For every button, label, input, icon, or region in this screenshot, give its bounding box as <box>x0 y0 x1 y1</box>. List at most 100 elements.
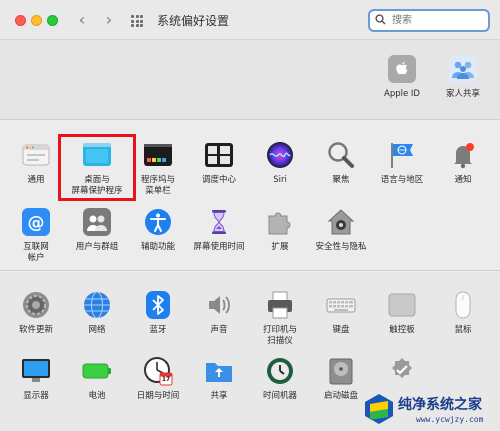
pane-label: 扩展 <box>271 242 289 252</box>
general-icon <box>21 140 51 170</box>
users-groups-icon <box>82 207 112 237</box>
extensions-puzzle-icon <box>265 207 295 237</box>
date-time-clock-icon: 17 <box>143 356 173 386</box>
trackpad-icon <box>387 290 417 320</box>
highlight-box <box>58 134 136 201</box>
notifications-bell-icon <box>448 140 478 170</box>
bluetooth-icon <box>143 290 173 320</box>
pane-label: 网络 <box>88 325 106 335</box>
pane-bluetooth[interactable]: 蓝牙 <box>127 290 189 336</box>
pane-sound[interactable]: 声音 <box>188 290 250 336</box>
pane-label: 互联网 帐户 <box>23 242 49 263</box>
pane-notifications[interactable]: 通知 <box>432 140 494 186</box>
pane-network[interactable]: 网络 <box>66 290 128 336</box>
security-house-icon <box>326 207 356 237</box>
calendar-day: 17 <box>161 376 171 383</box>
keyboard-icon <box>326 290 356 320</box>
minimize-window-button[interactable] <box>31 15 42 26</box>
pane-label: 共享 <box>210 391 228 401</box>
pane-label: 辅助功能 <box>140 242 175 252</box>
pane-apple-id[interactable]: Apple ID <box>371 54 433 100</box>
zoom-window-button[interactable] <box>47 15 58 26</box>
pane-label: 语言与地区 <box>380 175 424 185</box>
pane-users-groups[interactable]: 用户与群组 <box>66 207 128 253</box>
show-all-grid-icon[interactable] <box>131 15 143 27</box>
profiles-checkmark-icon <box>387 356 417 386</box>
pane-displays[interactable]: 显示器 <box>5 356 67 402</box>
forward-arrow-icon[interactable]: › <box>102 11 116 29</box>
watermark-url: www.ycwjzy.com <box>416 415 484 424</box>
pane-label: 屏幕使用时间 <box>193 242 245 252</box>
software-update-gear-icon <box>21 290 51 320</box>
search-input[interactable] <box>392 13 484 28</box>
pane-label: 日期与时间 <box>136 391 180 401</box>
pane-accessibility[interactable]: 辅助功能 <box>127 207 189 253</box>
pane-mission-control[interactable]: 调度中心 <box>188 140 250 186</box>
title-bar: ‹ › 系统偏好设置 <box>0 0 500 40</box>
siri-icon <box>265 140 295 170</box>
pane-label: 程序坞与 菜单栏 <box>140 175 175 196</box>
pane-dock-menubar[interactable]: 程序坞与 菜单栏 <box>127 140 189 197</box>
pane-label: 键盘 <box>332 325 350 335</box>
battery-icon <box>82 356 112 386</box>
pane-date-time[interactable]: 17 日期与时间 <box>127 356 189 402</box>
pane-label: 软件更新 <box>18 325 53 335</box>
pane-label: 显示器 <box>23 391 49 401</box>
network-globe-icon <box>82 290 112 320</box>
time-machine-icon <box>265 356 295 386</box>
pane-sharing[interactable]: 共享 <box>188 356 250 402</box>
pane-label: 触控板 <box>389 325 415 335</box>
pane-label: 打印机与 扫描仪 <box>262 325 297 346</box>
dock-menubar-icon <box>143 140 173 170</box>
watermark: 纯净系统之家 www.ycwjzy.com <box>358 388 500 431</box>
pane-time-machine[interactable]: 时间机器 <box>249 356 311 402</box>
family-sharing-icon <box>448 54 478 84</box>
pane-language-region[interactable]: 语言与地区 <box>371 140 433 186</box>
pane-label: 安全性与隐私 <box>315 242 367 252</box>
accessibility-icon <box>143 207 173 237</box>
internet-accounts-icon: @ <box>21 207 51 237</box>
pane-label: 调度中心 <box>201 175 236 185</box>
pane-battery[interactable]: 电池 <box>66 356 128 402</box>
pane-software-update[interactable]: 软件更新 <box>5 290 67 336</box>
pane-family-sharing[interactable]: 家人共享 <box>432 54 494 100</box>
spotlight-icon <box>326 140 356 170</box>
pane-trackpad[interactable]: 触控板 <box>371 290 433 336</box>
pane-label: 时间机器 <box>262 391 297 401</box>
pane-label: 家人共享 <box>445 89 480 99</box>
account-section: Apple ID 家人共享 <box>0 40 500 120</box>
pane-extensions[interactable]: 扩展 <box>249 207 311 253</box>
pane-internet-accounts[interactable]: @ 互联网 帐户 <box>5 207 67 264</box>
pane-screen-time[interactable]: 屏幕使用时间 <box>188 207 250 253</box>
pane-keyboard[interactable]: 键盘 <box>310 290 372 336</box>
sharing-folder-icon <box>204 356 234 386</box>
watermark-text: 纯净系统之家 <box>398 397 482 413</box>
pane-printers-scanners[interactable]: 打印机与 扫描仪 <box>249 290 311 347</box>
pane-label: 声音 <box>210 325 228 335</box>
language-region-icon <box>387 140 417 170</box>
pane-label: Siri <box>273 175 287 185</box>
startup-disk-icon <box>326 356 356 386</box>
pane-label: 聚焦 <box>332 175 350 185</box>
sound-speaker-icon <box>204 290 234 320</box>
window-title: 系统偏好设置 <box>157 14 230 28</box>
screen-time-hourglass-icon <box>204 207 234 237</box>
back-arrow-icon[interactable]: ‹ <box>75 11 89 29</box>
pane-spotlight[interactable]: 聚焦 <box>310 140 372 186</box>
printer-icon <box>265 290 295 320</box>
pane-label: 鼠标 <box>454 325 472 335</box>
search-field[interactable] <box>368 9 490 32</box>
pane-security-privacy[interactable]: 安全性与隐私 <box>310 207 372 253</box>
watermark-logo-icon <box>365 394 393 424</box>
mouse-icon <box>448 290 478 320</box>
pane-profiles[interactable] <box>371 356 433 386</box>
pane-label: 用户与群组 <box>75 242 119 252</box>
display-monitor-icon <box>21 356 51 386</box>
pane-label: 电池 <box>88 391 106 401</box>
pane-siri[interactable]: Siri <box>249 140 311 186</box>
close-window-button[interactable] <box>15 15 26 26</box>
mission-control-icon <box>204 140 234 170</box>
pane-label: 蓝牙 <box>149 325 167 335</box>
pane-mouse[interactable]: 鼠标 <box>432 290 494 336</box>
pane-label: Apple ID <box>384 89 420 99</box>
